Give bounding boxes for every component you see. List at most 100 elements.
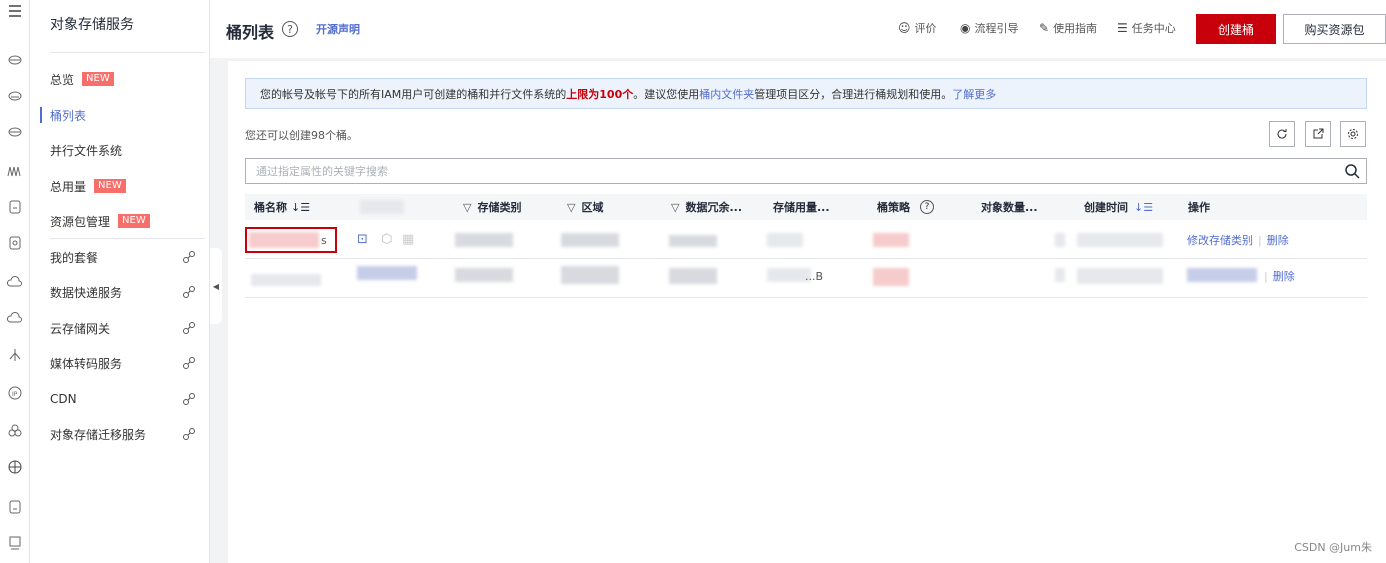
modify-storage-class-link[interactable]: 修改存储类别 bbox=[1187, 232, 1253, 248]
delete-link[interactable]: 删除 bbox=[1273, 268, 1295, 284]
sidebar-item-parallel-fs[interactable]: 并行文件系统 bbox=[30, 135, 210, 165]
search-input[interactable] bbox=[246, 159, 1336, 183]
cloud-icon[interactable] bbox=[0, 48, 30, 70]
column-storage-class[interactable]: ▽ 存储类别 bbox=[463, 194, 521, 220]
new-badge: NEW bbox=[82, 72, 114, 86]
document-icon[interactable] bbox=[0, 196, 30, 218]
page-header: 桶列表 ? 开源声明 ☺ 评价 ◉ 流程引导 ✎ 使用指南 ☰ 任务中心 创建桶… bbox=[210, 0, 1386, 58]
service-sidebar: 对象存储服务 总览 NEW 桶列表 并行文件系统 总用量 NEW 资源包管理 N… bbox=[30, 0, 210, 563]
redacted-object-count bbox=[1055, 268, 1065, 282]
sidebar-item-bucket-list[interactable]: 桶列表 bbox=[30, 100, 210, 130]
column-redundancy[interactable]: ▽ 数据冗余... bbox=[671, 194, 742, 220]
external-link-icon bbox=[183, 251, 195, 263]
table-row[interactable]: s ⊡ ⬡ ▦ 修改存储类别 | 删除 bbox=[245, 221, 1367, 259]
guide-button[interactable]: ◉ 流程引导 bbox=[960, 20, 1018, 36]
column-label: 桶策略 bbox=[877, 201, 910, 214]
filter-icon[interactable]: ▽ bbox=[567, 201, 575, 214]
task-center-button[interactable]: ☰ 任务中心 bbox=[1117, 20, 1176, 36]
usage-guide-button[interactable]: ✎ 使用指南 bbox=[1039, 20, 1097, 36]
svg-text:IP: IP bbox=[12, 391, 18, 398]
column-label: 存储用量... bbox=[773, 201, 830, 214]
column-label: 创建时间 bbox=[1084, 201, 1128, 214]
sort-icon[interactable]: ↓☰ bbox=[291, 201, 310, 214]
monitor-icon[interactable]: ⊡ bbox=[357, 231, 368, 247]
sidebar-item-label: 媒体转码服务 bbox=[50, 356, 123, 371]
menu-icon[interactable] bbox=[0, 0, 30, 22]
sidebar-item-data-express[interactable]: 数据快递服务 bbox=[30, 277, 210, 307]
task-center-label: 任务中心 bbox=[1131, 22, 1176, 35]
sidebar-item-total-usage[interactable]: 总用量 NEW bbox=[30, 171, 210, 201]
sidebar-item-storage-gateway[interactable]: 云存储网关 bbox=[30, 313, 210, 343]
external-link-icon bbox=[183, 286, 195, 298]
feedback-button[interactable]: ☺ 评价 bbox=[898, 20, 937, 36]
sidebar-item-label: 桶列表 bbox=[50, 108, 87, 123]
redacted-usage bbox=[767, 233, 803, 247]
filter-icon[interactable]: ▽ bbox=[671, 201, 679, 214]
sidebar-item-resource-packages[interactable]: 资源包管理 NEW bbox=[30, 206, 210, 236]
column-bucket-name[interactable]: 桶名称 ↓☰ bbox=[254, 194, 310, 220]
refresh-icon bbox=[1277, 129, 1287, 139]
folder-link[interactable]: 桶内文件夹 bbox=[699, 86, 754, 102]
table-row[interactable]: ...B | 删除 bbox=[245, 260, 1367, 298]
export-button[interactable] bbox=[1305, 121, 1331, 147]
cloud-icon[interactable] bbox=[0, 84, 30, 106]
search-field[interactable] bbox=[245, 158, 1367, 184]
app-root: IP 对象存储服务 总览 NEW 桶列表 并行文件系统 总用量 NEW 资源包管… bbox=[0, 0, 1386, 563]
column-label: 数据冗余... bbox=[685, 201, 743, 214]
settings-button[interactable] bbox=[1340, 121, 1366, 147]
redacted-object-count bbox=[1055, 233, 1065, 247]
sidebar-item-my-plan[interactable]: 我的套餐 bbox=[30, 242, 210, 272]
search-icon[interactable] bbox=[1344, 163, 1360, 179]
learn-more-link[interactable]: 了解更多 bbox=[952, 86, 996, 102]
redacted-storage-class bbox=[455, 268, 513, 282]
column-region[interactable]: ▽ 区域 bbox=[567, 194, 603, 220]
column-usage[interactable]: 存储用量... bbox=[773, 194, 830, 220]
delete-link[interactable]: 删除 bbox=[1267, 232, 1289, 248]
action-divider: | bbox=[1258, 233, 1262, 247]
sidebar-item-label: 我的套餐 bbox=[50, 250, 99, 265]
refresh-button[interactable] bbox=[1269, 121, 1295, 147]
column-object-count[interactable]: 对象数量... bbox=[981, 194, 1038, 220]
cloud-icon[interactable] bbox=[0, 272, 30, 294]
sidebar-item-migration[interactable]: 对象存储迁移服务 bbox=[30, 419, 210, 449]
smile-icon: ☺ bbox=[898, 21, 911, 35]
notice-text: 您的帐号及帐号下的所有IAM用户可创建的桶和并行文件系统的 bbox=[260, 87, 567, 101]
collapse-sidebar-handle[interactable]: ◀ bbox=[210, 248, 222, 324]
cluster-icon[interactable] bbox=[0, 420, 30, 442]
notice-text: 管理项目区分，合理进行桶规划和使用。 bbox=[754, 87, 953, 101]
redacted-redundancy bbox=[669, 268, 717, 284]
row-actions: | 删除 bbox=[1259, 268, 1295, 284]
sort-icon[interactable]: ↓☰ bbox=[1134, 201, 1153, 214]
document-icon[interactable] bbox=[0, 496, 30, 518]
page-title: 桶列表 bbox=[226, 23, 275, 42]
redacted-header bbox=[360, 200, 404, 214]
monitor-icon[interactable] bbox=[0, 532, 30, 554]
cloud-icon[interactable] bbox=[0, 308, 30, 330]
usage-value: ...B bbox=[805, 269, 824, 283]
column-actions: 操作 bbox=[1188, 194, 1210, 220]
buy-package-button[interactable]: 购买资源包 bbox=[1283, 14, 1386, 44]
hexagon-icon: ⬡ bbox=[381, 231, 393, 247]
column-bucket-policy[interactable]: 桶策略 ? bbox=[877, 194, 934, 220]
sidebar-item-cdn[interactable]: CDN bbox=[30, 384, 210, 414]
ip-icon[interactable]: IP bbox=[0, 382, 30, 404]
sidebar-item-overview[interactable]: 总览 NEW bbox=[30, 64, 210, 94]
document-icon[interactable] bbox=[0, 232, 30, 254]
filter-icon[interactable]: ▽ bbox=[463, 201, 471, 214]
globe-icon[interactable] bbox=[0, 456, 30, 478]
notice-limit: 上限为100个 bbox=[566, 87, 634, 101]
help-icon[interactable]: ? bbox=[920, 200, 934, 214]
sidebar-item-media-transcoding[interactable]: 媒体转码服务 bbox=[30, 348, 210, 378]
help-icon[interactable]: ? bbox=[282, 21, 298, 37]
transfer-icon[interactable] bbox=[0, 344, 30, 366]
wave-icon[interactable] bbox=[0, 160, 30, 182]
redacted-region bbox=[561, 233, 619, 247]
grid-icon: ▦ bbox=[402, 231, 415, 247]
create-bucket-button[interactable]: 创建桶 bbox=[1196, 14, 1276, 44]
redacted-storage-class bbox=[455, 233, 513, 247]
info-notice: 您的帐号及帐号下的所有IAM用户可创建的桶和并行文件系统的 上限为100个 。建… bbox=[245, 78, 1367, 109]
open-source-link[interactable]: 开源声明 bbox=[316, 21, 360, 37]
sidebar-item-label: 数据快递服务 bbox=[50, 285, 123, 300]
column-created-time[interactable]: 创建时间 ↓☰ bbox=[1084, 194, 1153, 220]
cloud-icon[interactable] bbox=[0, 120, 30, 142]
